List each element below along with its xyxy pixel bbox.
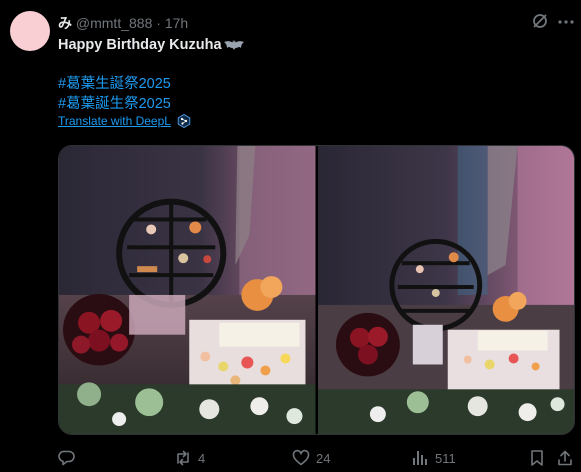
grok-icon[interactable] xyxy=(531,12,549,30)
hashtag-link[interactable]: #葛葉生誕祭2025 xyxy=(58,76,171,92)
share-icon xyxy=(558,450,572,466)
media-grid xyxy=(58,145,575,435)
retweet-icon xyxy=(177,450,189,466)
tweet-text: Happy Birthday Kuzuha #葛葉生誕祭2025 #葛葉誕生祭2… xyxy=(58,36,244,114)
bat-icon xyxy=(223,40,244,50)
tweet-line-3: #葛葉生誕祭2025 xyxy=(58,75,244,95)
action-bar: 4 24 511 xyxy=(0,449,581,469)
avatar[interactable] xyxy=(10,11,50,51)
views-icon xyxy=(413,451,427,465)
reply-button[interactable] xyxy=(58,449,76,467)
deepl-icon xyxy=(177,114,191,128)
tweet-greeting: Happy Birthday Kuzuha xyxy=(58,37,222,53)
retweet-button[interactable]: 4 xyxy=(174,449,205,467)
tweet-header: み @mmtt_888 · 17h xyxy=(58,13,188,33)
timestamp[interactable]: 17h xyxy=(165,15,188,31)
retweet-count: 4 xyxy=(198,450,206,466)
like-icon xyxy=(292,449,310,466)
share-button[interactable] xyxy=(556,449,574,467)
hashtag-link[interactable]: #葛葉誕生祭2025 xyxy=(58,96,171,112)
like-count: 24 xyxy=(316,450,331,466)
reply-icon xyxy=(58,450,75,466)
more-icon[interactable] xyxy=(557,13,575,31)
handle[interactable]: @mmtt_888 xyxy=(76,15,152,31)
translate-label[interactable]: Translate with DeepL xyxy=(58,114,171,128)
bookmark-icon xyxy=(531,450,543,466)
views-button[interactable]: 511 xyxy=(411,449,456,467)
separator-dot: · xyxy=(156,15,161,31)
translate-button[interactable]: Translate with DeepL xyxy=(58,114,191,128)
photo-right[interactable] xyxy=(317,146,574,434)
like-button[interactable]: 24 xyxy=(292,449,330,467)
display-name[interactable]: み xyxy=(58,15,72,31)
views-count: 511 xyxy=(435,450,456,466)
tweet-line-4: #葛葉誕生祭2025 xyxy=(58,95,244,115)
photo-left[interactable] xyxy=(59,146,316,434)
bookmark-button[interactable] xyxy=(528,449,546,467)
tweet-line-1: Happy Birthday Kuzuha xyxy=(58,36,244,56)
